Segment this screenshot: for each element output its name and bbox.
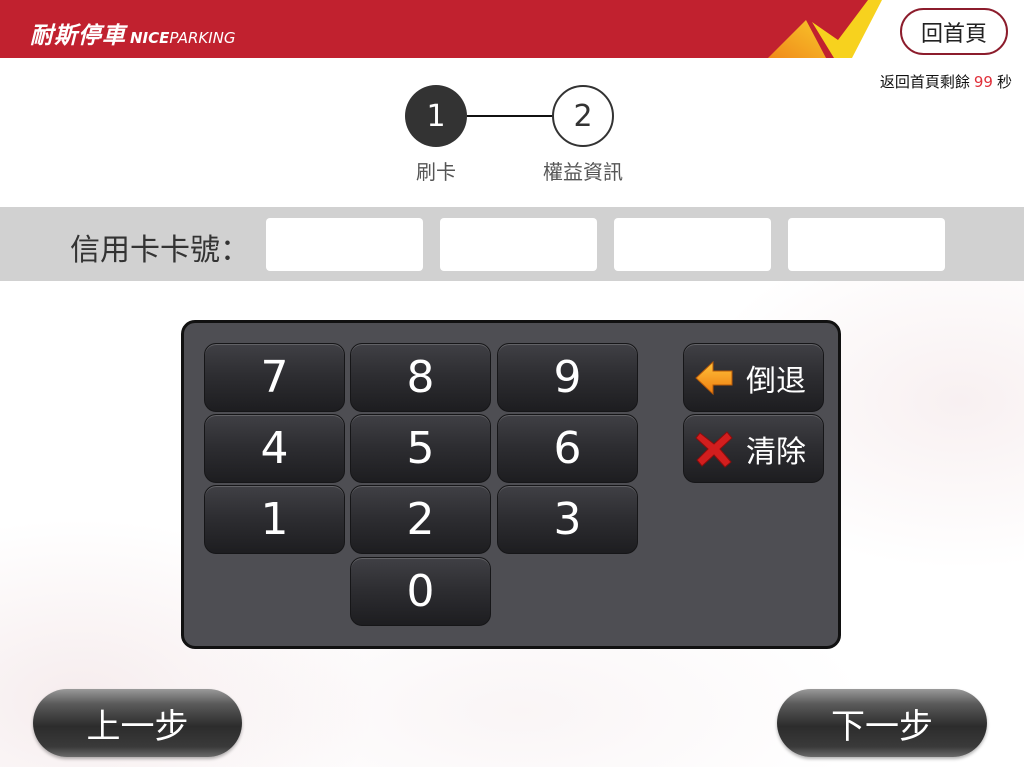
backspace-button[interactable]: 倒退 bbox=[683, 343, 824, 412]
key-0[interactable]: 0 bbox=[350, 557, 491, 626]
step-connector bbox=[467, 115, 553, 117]
key-2[interactable]: 2 bbox=[350, 485, 491, 554]
clear-button[interactable]: 清除 bbox=[683, 414, 824, 483]
key-6[interactable]: 6 bbox=[497, 414, 638, 483]
key-1[interactable]: 1 bbox=[204, 485, 345, 554]
step-2-label: 權益資訊 bbox=[543, 160, 623, 184]
header-bar: 耐斯停車 NICEPARKING 回首頁 bbox=[0, 0, 1024, 58]
card-number-band: 信用卡卡號： bbox=[0, 207, 1024, 281]
clear-label: 清除 bbox=[746, 434, 806, 470]
arrow-left-icon bbox=[694, 358, 734, 398]
home-button[interactable]: 回首頁 bbox=[900, 8, 1008, 55]
card-number-field-4[interactable] bbox=[788, 218, 945, 271]
key-7[interactable]: 7 bbox=[204, 343, 345, 412]
key-4[interactable]: 4 bbox=[204, 414, 345, 483]
card-number-label: 信用卡卡號： bbox=[70, 233, 250, 268]
card-number-field-1[interactable] bbox=[266, 218, 423, 271]
step-1-circle: 1 bbox=[405, 85, 467, 147]
previous-step-button[interactable]: 上一步 bbox=[33, 689, 242, 757]
card-number-field-3[interactable] bbox=[614, 218, 771, 271]
step-1-label: 刷卡 bbox=[416, 160, 456, 184]
key-8[interactable]: 8 bbox=[350, 343, 491, 412]
key-5[interactable]: 5 bbox=[350, 414, 491, 483]
next-step-button[interactable]: 下一步 bbox=[777, 689, 987, 757]
logo-english-bold: NICE bbox=[130, 29, 170, 47]
card-number-field-2[interactable] bbox=[440, 218, 597, 271]
brand-logo: 耐斯停車 NICEPARKING bbox=[30, 16, 235, 50]
countdown-seconds: 99 bbox=[973, 73, 993, 91]
backspace-label: 倒退 bbox=[746, 363, 806, 399]
numeric-keypad: 7 8 9 4 5 6 1 2 3 0 倒退 清除 bbox=[181, 320, 841, 649]
logo-chinese: 耐斯停車 bbox=[30, 23, 126, 49]
logo-english: PARKING bbox=[169, 29, 236, 47]
countdown-suffix: 秒 bbox=[996, 73, 1012, 91]
step-2-circle: 2 bbox=[552, 85, 614, 147]
x-icon bbox=[694, 429, 734, 469]
key-3[interactable]: 3 bbox=[497, 485, 638, 554]
key-9[interactable]: 9 bbox=[497, 343, 638, 412]
countdown-prefix: 返回首頁剩餘 bbox=[879, 73, 970, 91]
countdown-text: 返回首頁剩餘 99 秒 bbox=[880, 71, 1012, 92]
